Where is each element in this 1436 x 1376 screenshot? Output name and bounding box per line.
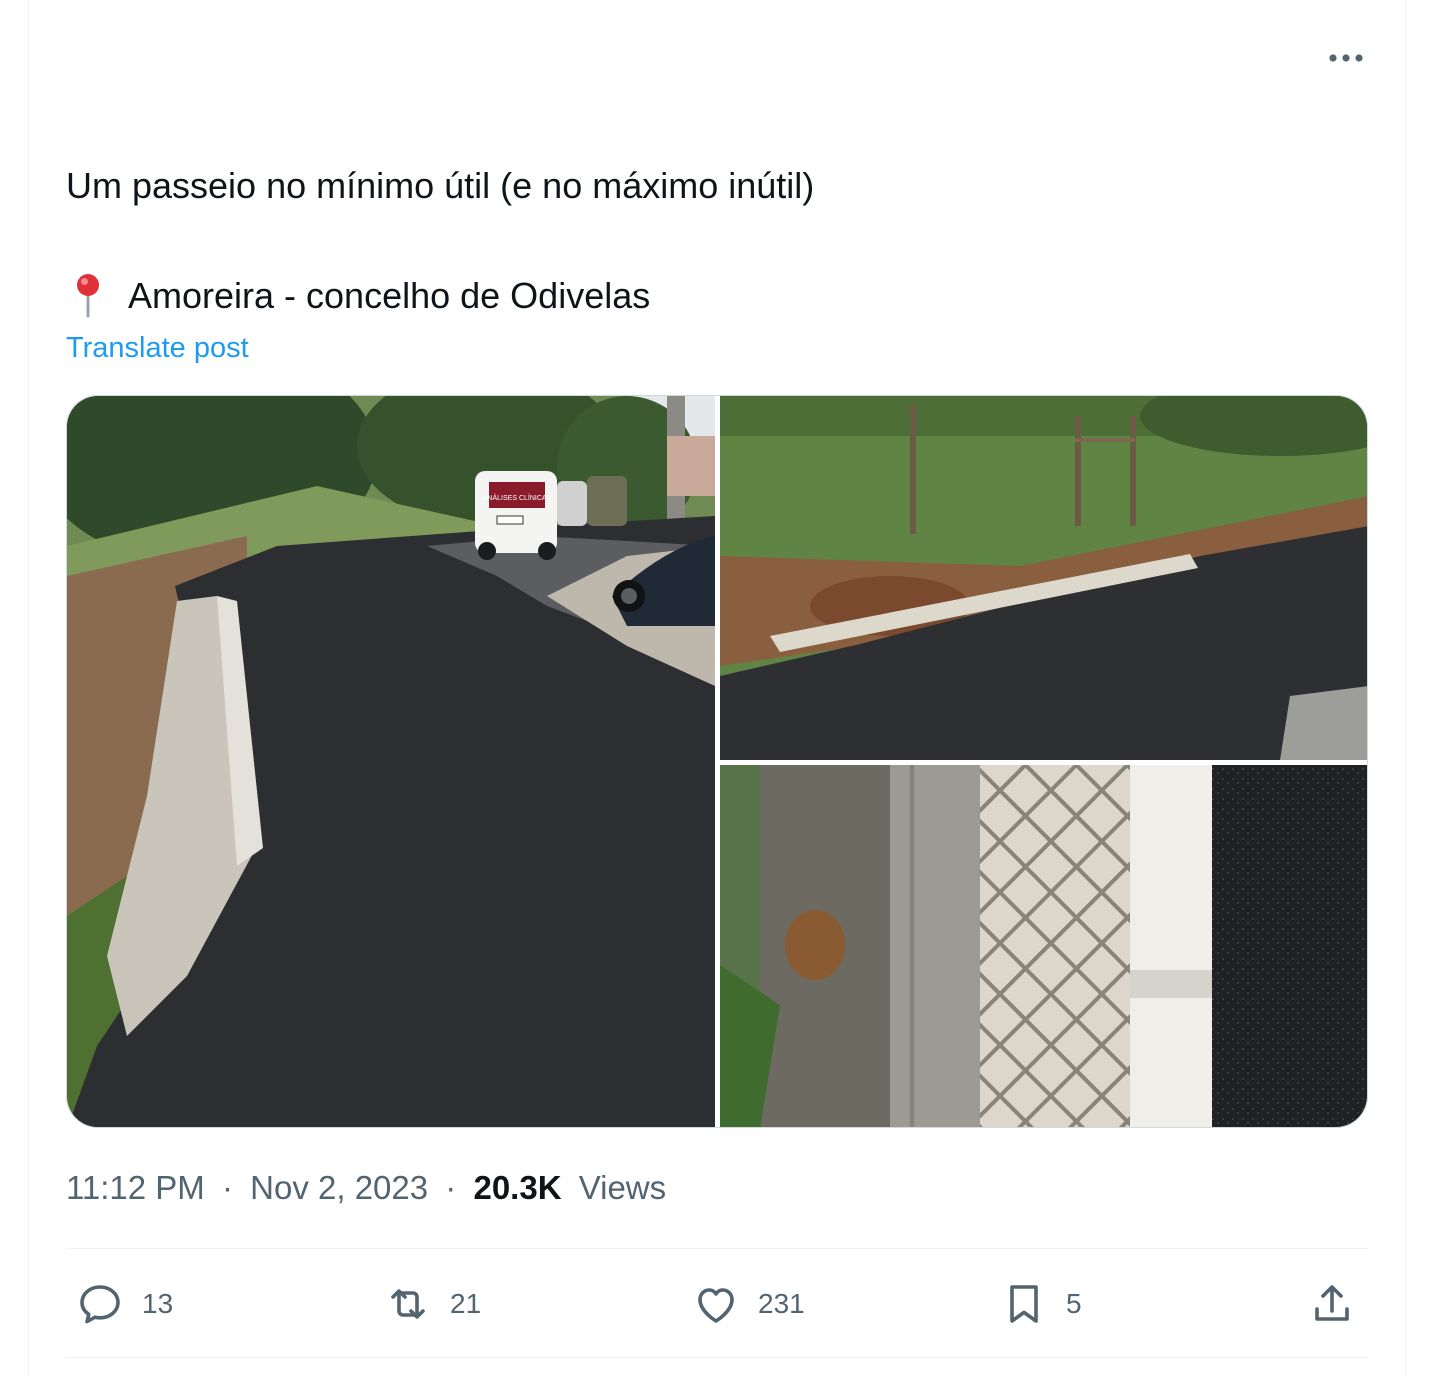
bookmark-icon [1010, 1285, 1038, 1323]
reply-icon [80, 1285, 120, 1324]
bookmark-button[interactable]: 5 [1000, 1278, 1082, 1330]
post-text-line-2: Amoreira - concelho de Odivelas [66, 272, 650, 320]
photo-curb-slope[interactable] [720, 396, 1367, 760]
retweet-icon [391, 1289, 425, 1319]
meta-separator-2: · [445, 1169, 457, 1206]
van-sign-text: ANÁLISES CLÍNICAS [483, 493, 552, 502]
divider-top [66, 1248, 1368, 1249]
share-button[interactable] [1308, 1278, 1356, 1330]
retweet-count: 21 [450, 1288, 482, 1319]
divider-bottom [66, 1357, 1368, 1358]
translate-post-link[interactable]: Translate post [66, 330, 249, 366]
post-date[interactable]: Nov 2, 2023 [250, 1166, 428, 1210]
more-options-button[interactable] [1318, 40, 1374, 76]
heart-icon [698, 1288, 734, 1323]
retweet-button[interactable]: 21 [384, 1278, 481, 1330]
reply-count: 13 [142, 1288, 174, 1319]
reply-button[interactable]: 13 [76, 1278, 173, 1330]
views-label: Views [578, 1169, 667, 1206]
post-text-line-1: Um passeio no mínimo útil (e no máximo i… [66, 165, 815, 206]
photo-street-sidewalk[interactable]: ANÁLISES CLÍNICAS [67, 396, 715, 1127]
views-count[interactable]: 20.3K [473, 1166, 561, 1210]
location-text: Amoreira - concelho de Odivelas [128, 275, 651, 316]
round-pushpin-icon [66, 272, 116, 320]
like-button[interactable]: 231 [692, 1278, 805, 1330]
media-grid: ANÁLISES CLÍNICAS [66, 395, 1368, 1128]
bookmark-count: 5 [1066, 1288, 1082, 1319]
meta-separator-1: · [221, 1169, 233, 1206]
more-horizontal-icon [1329, 54, 1363, 62]
post-meta: 11:12 PM · Nov 2, 2023 · 20.3K Views [66, 1166, 666, 1210]
share-icon [1315, 1285, 1349, 1321]
post-time[interactable]: 11:12 PM [66, 1166, 205, 1210]
like-count: 231 [758, 1288, 805, 1319]
photo-closeup-pavement[interactable] [720, 765, 1367, 1127]
